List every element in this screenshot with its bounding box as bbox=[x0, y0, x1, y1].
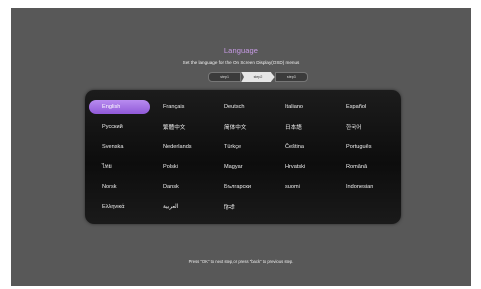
osd-screen: Language Set the language for the On Scr… bbox=[11, 8, 471, 286]
language-option[interactable]: 简体中文 bbox=[213, 120, 274, 134]
language-option[interactable]: Indonesian bbox=[335, 180, 396, 194]
footer-hint: Press "OK" to next step,or press "back" … bbox=[188, 259, 294, 264]
step-1: step1 bbox=[208, 72, 242, 82]
language-option[interactable]: 繁體中文 bbox=[152, 120, 213, 134]
language-option[interactable]: Svenska bbox=[91, 140, 152, 154]
page-subtitle: Set the language for the On Screen Displ… bbox=[182, 60, 300, 65]
language-option[interactable]: Русский bbox=[91, 120, 152, 134]
language-option[interactable]: Hrvatski bbox=[274, 160, 335, 174]
language-option[interactable]: Deutsch bbox=[213, 100, 274, 114]
language-option[interactable]: العربية bbox=[152, 200, 213, 214]
language-option[interactable]: Polski bbox=[152, 160, 213, 174]
language-option[interactable]: हिन्दी bbox=[213, 200, 274, 214]
language-panel: English Français Deutsch Italiano Español Рус… bbox=[85, 90, 401, 224]
language-option[interactable]: Norsk bbox=[91, 180, 152, 194]
language-option[interactable]: Čeština bbox=[274, 140, 335, 154]
step-indicator: step1 step2 step3 bbox=[208, 71, 308, 82]
language-grid: English Français Deutsch Italiano Español Рус… bbox=[89, 97, 396, 217]
language-option[interactable]: Română bbox=[335, 160, 396, 174]
language-option[interactable]: suomi bbox=[274, 180, 335, 194]
language-option[interactable]: Français bbox=[152, 100, 213, 114]
step-3: step3 bbox=[274, 72, 308, 82]
language-option[interactable]: Türkçe bbox=[213, 140, 274, 154]
language-option[interactable]: 한국어 bbox=[335, 120, 396, 134]
language-option[interactable]: Nederlands bbox=[152, 140, 213, 154]
language-option[interactable]: Ελληνικά bbox=[91, 200, 152, 214]
page-title: Language bbox=[223, 46, 259, 55]
language-option[interactable]: Português bbox=[335, 140, 396, 154]
step-2: step2 bbox=[241, 72, 275, 82]
language-option[interactable]: 日本語 bbox=[274, 120, 335, 134]
language-option[interactable]: Български bbox=[213, 180, 274, 194]
language-option[interactable]: ไทย bbox=[91, 160, 152, 174]
language-option[interactable]: Español bbox=[335, 100, 396, 114]
language-option[interactable]: Magyar bbox=[213, 160, 274, 174]
language-option[interactable]: English bbox=[89, 100, 150, 114]
language-option[interactable]: Dansk bbox=[152, 180, 213, 194]
language-option[interactable]: Italiano bbox=[274, 100, 335, 114]
